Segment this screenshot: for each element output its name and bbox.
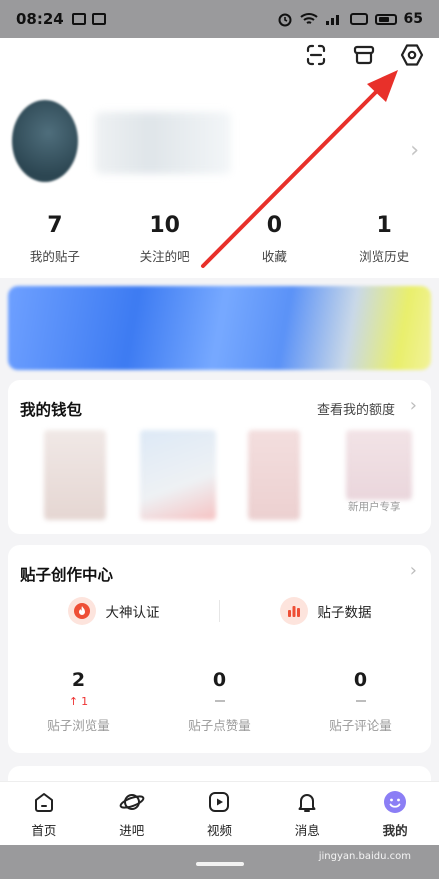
metric-label: 贴子点赞量 (188, 718, 251, 733)
dash-icon (214, 700, 225, 702)
creator-item-label: 大神认证 (105, 605, 160, 621)
post-data-button[interactable]: 贴子数据 (220, 597, 431, 625)
chevron-right-icon[interactable]: › (410, 395, 417, 416)
tab-label: 我的 (382, 822, 408, 838)
tab-video[interactable]: 视频 (176, 782, 264, 845)
creator-item-label: 贴子数据 (317, 605, 372, 621)
new-user-label: 新用户专享 (348, 501, 401, 513)
stat-label: 我的贴子 (29, 249, 80, 264)
wallet-item[interactable] (248, 430, 300, 520)
metric-label: 贴子评论量 (329, 718, 392, 733)
metric-delta-empty (290, 693, 431, 709)
stat-followed-bars[interactable]: 10 关注的吧 (110, 213, 220, 265)
hd-icon (349, 13, 368, 25)
metric-likes[interactable]: 0 贴子点赞量 (149, 669, 290, 734)
fire-badge-icon (67, 597, 96, 625)
smile-icon (382, 789, 408, 815)
tab-label: 首页 (31, 822, 57, 838)
stat-value: 0 (266, 213, 283, 238)
metric-value: 0 (353, 669, 368, 691)
creator-center-card: 贴子创作中心 › 大神认证 贴子数据 2 ↑ 1 贴子浏览量 0 贴子点赞量 0… (8, 545, 431, 753)
wallet-title: 我的钱包 (20, 401, 83, 419)
metric-value: 0 (212, 669, 227, 691)
tab-messages[interactable]: 消息 (263, 782, 351, 845)
tab-label: 视频 (206, 822, 232, 838)
home-gesture-pill[interactable] (196, 862, 244, 866)
planet-icon (119, 789, 145, 815)
battery-icon (374, 13, 397, 25)
stat-label: 浏览历史 (359, 249, 410, 264)
stats-row: 7 我的贴子 10 关注的吧 0 收藏 1 浏览历史 (0, 213, 439, 265)
tab-label: 消息 (294, 822, 320, 838)
chevron-right-icon[interactable]: › (410, 138, 419, 163)
profile-header: › 7 我的贴子 10 关注的吧 0 收藏 1 浏览历史 (0, 38, 439, 278)
metric-delta-empty (149, 693, 290, 709)
wifi-icon (299, 13, 318, 24)
scan-icon[interactable] (303, 42, 329, 68)
creator-title: 贴子创作中心 (20, 566, 114, 584)
wallet-item[interactable] (140, 430, 216, 520)
notification-icon-2 (91, 13, 106, 25)
promo-banner[interactable] (8, 286, 431, 370)
system-nav-bar: jingyan.baidu.com (0, 845, 439, 879)
arrow-up-icon: ↑ (68, 694, 79, 708)
chart-badge-icon (279, 597, 308, 625)
wallet-item[interactable] (44, 430, 106, 520)
chevron-right-icon[interactable]: › (410, 560, 417, 581)
stat-value: 10 (149, 213, 180, 238)
home-icon (31, 789, 57, 815)
metric-label: 贴子浏览量 (47, 718, 110, 733)
avatar[interactable] (12, 100, 78, 182)
stat-label: 关注的吧 (139, 249, 190, 264)
stat-value: 7 (47, 213, 63, 238)
watermark: jingyan.baidu.com (318, 851, 411, 862)
notification-icon (71, 13, 86, 25)
battery-level: 65 (403, 11, 423, 27)
username-blurred[interactable] (95, 112, 231, 174)
settings-hexagon-icon[interactable] (399, 42, 425, 68)
wallet-item[interactable] (346, 430, 412, 500)
expert-certification-button[interactable]: 大神认证 (8, 597, 219, 625)
status-bar: 08:24 65 (0, 0, 439, 38)
creator-actions: 大神认证 贴子数据 (8, 597, 431, 625)
wallet-quota-link[interactable]: 查看我的额度 (317, 399, 395, 418)
stat-favorites[interactable]: 0 收藏 (220, 213, 330, 265)
tab-bars[interactable]: 进吧 (88, 782, 176, 845)
metric-comments[interactable]: 0 贴子评论量 (290, 669, 431, 734)
dash-icon (355, 700, 366, 702)
bottom-tab-bar: 首页 进吧 视频 消息 我的 (0, 781, 439, 845)
tab-label: 进吧 (119, 822, 145, 838)
bell-icon (294, 789, 320, 815)
alarm-icon (278, 13, 292, 27)
stat-value: 1 (376, 213, 392, 238)
metric-value: 2 (71, 669, 86, 691)
metric-delta-value: 1 (81, 694, 89, 708)
box-icon[interactable] (351, 42, 377, 68)
stat-label: 收藏 (261, 249, 287, 264)
signal-icon (325, 15, 339, 25)
metric-delta: ↑ 1 (8, 693, 149, 709)
stat-posts[interactable]: 7 我的贴子 (0, 213, 110, 265)
wallet-card: 我的钱包 查看我的额度 › 新用户专享 (8, 380, 431, 534)
creator-metrics: 2 ↑ 1 贴子浏览量 0 贴子点赞量 0 贴子评论量 (8, 669, 431, 734)
header-actions (303, 42, 425, 68)
status-time: 08:24 (16, 10, 64, 28)
video-icon (206, 789, 232, 815)
stat-history[interactable]: 1 浏览历史 (329, 213, 439, 265)
tab-me[interactable]: 我的 (351, 782, 439, 845)
tab-home[interactable]: 首页 (0, 782, 88, 845)
metric-views[interactable]: 2 ↑ 1 贴子浏览量 (8, 669, 149, 734)
